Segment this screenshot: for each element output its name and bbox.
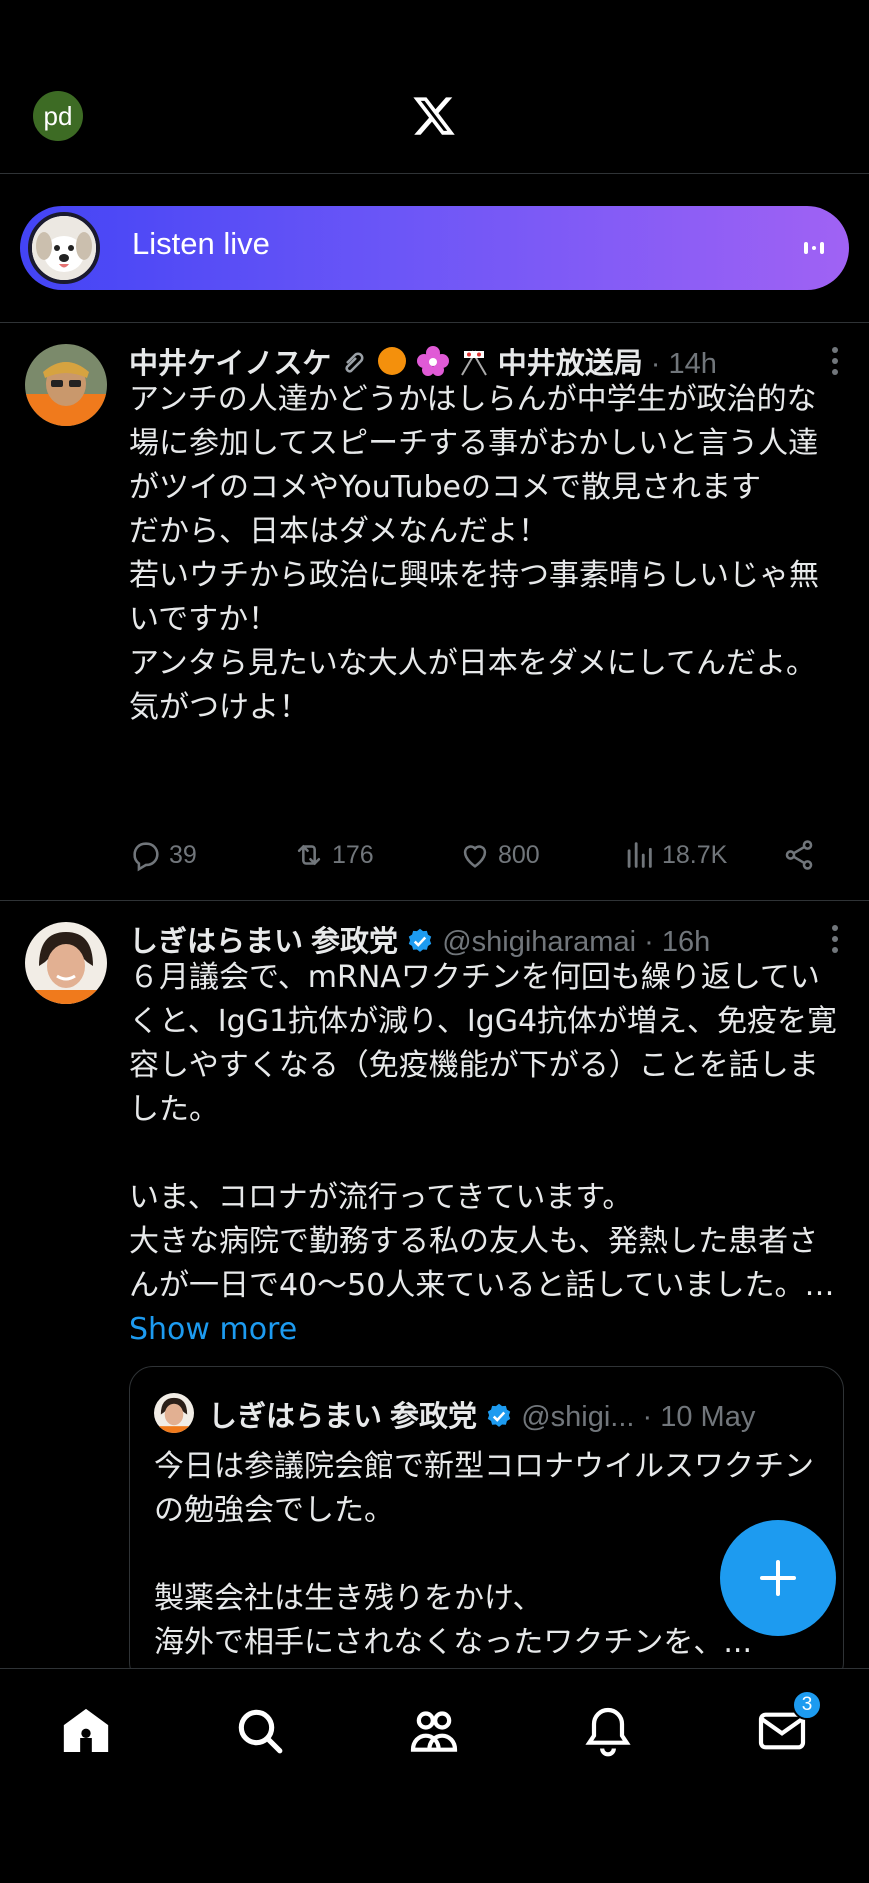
like-button[interactable]: 800 [458,838,540,872]
show-more-link[interactable]: Show more [129,1312,297,1347]
account-avatar[interactable]: pd [33,91,83,141]
quoted-author-name: しぎはらまい 参政党 [208,1401,478,1433]
communities-icon[interactable] [406,1703,462,1759]
quoted-tweet-time: · 10 May [634,1401,756,1433]
share-button[interactable] [782,838,816,872]
repost-button[interactable]: 176 [292,838,374,872]
tweet-actions: 39 176 800 18.7K [129,838,829,878]
listen-live-banner[interactable]: Listen live [20,206,849,290]
share-icon [785,840,813,870]
more-options-icon[interactable] [831,346,839,376]
reply-button[interactable]: 39 [129,838,197,872]
tweet-text: アンチの人達かどうかはしらんが中学生が政治的な場に参加してスピーチする事がおかし… [129,382,819,725]
heart-icon [463,845,487,868]
author-handle[interactable]: @shigiharamai [442,926,636,958]
view-count: 18.7K [662,840,728,869]
messages-badge: 3 [792,1690,822,1720]
verified-badge-icon [487,1403,511,1427]
quoted-author-handle: @shigi... [521,1401,635,1433]
top-bar: pd [0,0,869,174]
listen-live-label: Listen live [132,226,270,261]
tweet-header: しぎはらまい 参政党 @shigiharamai · 16h [129,918,710,960]
like-count: 800 [498,840,540,869]
bottom-navigation [0,1668,869,1883]
compose-button[interactable] [720,1520,836,1636]
x-logo-icon[interactable] [411,93,457,139]
author-name[interactable]: しぎはらまい 参政党 [129,926,398,958]
quoted-tweet[interactable]: しぎはらまい 参政党 @shigi... · 10 May 今日は参議院会館で新… [129,1366,844,1686]
views-button[interactable]: 18.7K [622,838,727,872]
verified-badge-icon [408,928,432,952]
author-avatar[interactable] [25,344,107,426]
more-options-icon[interactable] [831,924,839,954]
home-icon[interactable] [58,1703,114,1759]
tweet-text-content: ６月議会で、mRNAワクチンを何回も繰り返していくと、IgG1抗体が減り、IgG… [129,960,838,1303]
quoted-tweet-header: しぎはらまい 参政党 @shigi... · 10 May [208,1393,755,1435]
repost-icon [297,844,321,866]
notifications-icon[interactable] [580,1703,636,1759]
tweet-time[interactable]: · 16h [636,926,710,958]
views-icon [627,842,652,868]
reply-count: 39 [169,840,197,869]
audio-bars-icon [804,242,824,254]
author-avatar[interactable] [25,922,107,1004]
reply-icon [133,842,159,872]
host-avatar [28,212,100,284]
tweet-text: ６月議会で、mRNAワクチンを何回も繰り返していくと、IgG1抗体が減り、IgG… [129,956,844,1352]
author-name-suffix[interactable]: 中井放送局 [498,348,643,380]
tweet[interactable]: 中井ケイノスケ 中井放送局 · 14h アンチの人達かどうかはしらんが中学生が政… [0,322,869,900]
tweet-time[interactable]: · 14h [643,348,717,380]
author-name[interactable]: 中井ケイノスケ [129,348,331,380]
repost-count: 176 [332,840,374,869]
search-icon[interactable] [232,1703,288,1759]
plus-icon [760,1560,796,1596]
quoted-author-avatar [154,1393,194,1433]
